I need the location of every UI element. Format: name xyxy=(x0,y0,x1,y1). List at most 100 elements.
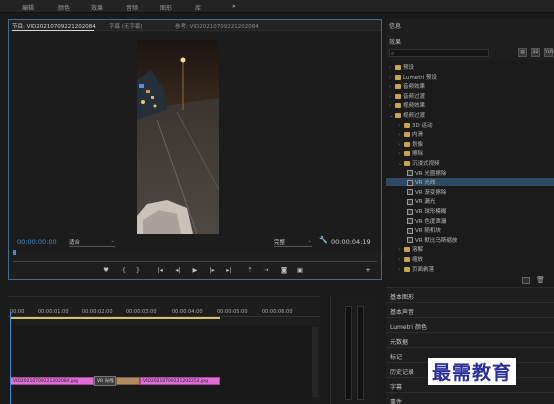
effect-label: 视频效果 xyxy=(403,103,426,110)
ruler-label: 00:00:01:00 xyxy=(38,309,69,315)
effects-search-input[interactable]: ⌕ xyxy=(389,49,489,57)
folder-icon xyxy=(404,151,410,157)
go-to-out-icon[interactable]: ▸| xyxy=(224,266,234,274)
effect-folder[interactable]: › 预设 xyxy=(386,63,554,71)
section-essential-sound[interactable]: 基本声音 xyxy=(386,302,554,317)
effect-folder[interactable]: › 音频过渡 xyxy=(386,92,554,100)
section-metadata[interactable]: 元数据 xyxy=(386,332,554,347)
quality-value: 完整 xyxy=(274,240,286,246)
transition-clip[interactable]: VR 光线 xyxy=(94,376,116,386)
info-panel-header[interactable]: 信息 xyxy=(389,21,401,30)
go-to-in-icon[interactable]: |◂ xyxy=(155,266,165,274)
menu-edit[interactable]: 编辑 xyxy=(22,3,34,12)
effect-item[interactable]: VR 光圈擦除 xyxy=(386,169,554,177)
mark-in-icon[interactable]: { xyxy=(119,266,129,274)
effect-item[interactable]: VR 随机块 xyxy=(386,226,554,234)
folder-icon xyxy=(395,93,401,99)
time-ruler[interactable]: 00:00 00:00:01:00 00:00:02:00 00:00:03:0… xyxy=(8,301,320,317)
effect-folder[interactable]: › Lumetri 预设 xyxy=(386,73,554,81)
ruler-label: 00:00 xyxy=(10,309,25,315)
32bit-effects-icon[interactable]: 32 xyxy=(531,48,540,57)
effect-folder[interactable]: › 页面剥落 xyxy=(386,265,554,273)
effect-item[interactable]: VR 漏光 xyxy=(386,197,554,205)
section-events[interactable]: 事件 xyxy=(386,392,554,404)
section-label: 基本图形 xyxy=(390,294,415,301)
export-frame-icon[interactable]: ◙ xyxy=(279,266,289,274)
audio-meters xyxy=(330,296,382,404)
timeline-playhead[interactable] xyxy=(10,312,11,404)
menu-library[interactable]: 库 xyxy=(195,3,201,12)
current-timecode[interactable]: 00:00:00:00 xyxy=(17,238,57,246)
tab-program[interactable]: 节目: VID20210709221202084 xyxy=(12,22,96,30)
video-preview-area[interactable] xyxy=(9,32,381,252)
menu-graphics[interactable]: 图形 xyxy=(160,3,172,12)
transition-effect-icon xyxy=(407,189,413,196)
effect-folder[interactable]: › 缩放 xyxy=(386,255,554,263)
transition-overlap[interactable] xyxy=(116,377,140,385)
monitor-scrubber[interactable] xyxy=(13,254,377,262)
meter-left-channel xyxy=(345,306,352,400)
active-tab-indicator xyxy=(12,30,94,31)
fit-dropdown[interactable]: 适合 ⌄ xyxy=(69,238,115,247)
monitor-playhead[interactable] xyxy=(13,250,16,255)
effect-folder[interactable]: › 溶解 xyxy=(386,245,554,253)
wrench-icon[interactable]: 🔧 xyxy=(319,236,328,244)
add-button-icon[interactable]: + xyxy=(363,266,373,274)
work-area-bar[interactable] xyxy=(10,317,220,319)
effect-folder[interactable]: › 擦除 xyxy=(386,149,554,157)
transition-effect-icon xyxy=(407,198,413,205)
folder-icon xyxy=(395,74,401,80)
folder-icon xyxy=(404,266,410,272)
video-clip-2[interactable]: VID20210709221202253.jpg xyxy=(140,377,220,385)
accelerated-effects-icon[interactable]: ▤ xyxy=(518,48,527,57)
folder-icon xyxy=(404,132,410,138)
effect-folder[interactable]: › 视频效果 xyxy=(386,101,554,109)
timeline-tracks[interactable] xyxy=(8,325,312,401)
ruler-label: 00:00:04:00 xyxy=(172,309,203,315)
effect-item[interactable]: VR 色度泄漏 xyxy=(386,217,554,225)
effect-item[interactable]: VR 光线 xyxy=(386,178,554,187)
marker-icon[interactable]: ♥ xyxy=(101,266,111,274)
step-back-icon[interactable]: ◂| xyxy=(173,266,183,274)
effect-item[interactable]: VR 默比乌斯缩放 xyxy=(386,236,554,244)
video-clip-1[interactable]: VID20210709221202084.jpg xyxy=(10,377,94,385)
menu-color[interactable]: 颜色 xyxy=(58,3,70,12)
meter-right-channel xyxy=(357,306,364,400)
new-bin-icon[interactable] xyxy=(522,277,530,284)
section-label: 历史记录 xyxy=(390,369,415,376)
section-essential-graphics[interactable]: 基本图形 xyxy=(386,287,554,302)
transition-label: VR 光线 xyxy=(97,379,114,384)
effect-folder[interactable]: › 划像 xyxy=(386,140,554,148)
tab-reference[interactable]: 参考: VID20210709221202084 xyxy=(175,22,259,30)
tab-captions[interactable]: 字幕 (无字幕) xyxy=(109,22,143,30)
extract-icon[interactable]: ⇢ xyxy=(261,266,271,274)
step-forward-icon[interactable]: |▸ xyxy=(207,266,217,274)
effect-folder[interactable]: › 内滑 xyxy=(386,130,554,138)
effect-item[interactable]: VR 球形模糊 xyxy=(386,207,554,215)
trash-icon[interactable]: 🗑 xyxy=(536,276,545,284)
quality-dropdown[interactable]: 完整 ⌄ xyxy=(274,238,312,247)
mark-out-icon[interactable]: } xyxy=(133,266,143,274)
effect-label: VR 色度泄漏 xyxy=(415,218,447,225)
program-monitor: 节目: VID20210709221202084 字幕 (无字幕) 参考: VI… xyxy=(8,19,382,280)
section-lumetri-color[interactable]: Lumetri 颜色 xyxy=(386,317,554,332)
effect-label: 3D 运动 xyxy=(412,122,433,129)
timeline-scrollbar[interactable] xyxy=(312,327,318,397)
menu-effects[interactable]: 效果 xyxy=(91,3,103,12)
effect-label: 预设 xyxy=(403,65,415,71)
menu-audio[interactable]: 音频 xyxy=(126,3,138,12)
effects-panel-header[interactable]: 效果 xyxy=(389,37,401,46)
effect-folder[interactable]: ⌄ 沉浸式视频 xyxy=(386,159,554,167)
transition-effect-icon xyxy=(407,170,413,177)
effect-folder[interactable]: ⌄ 视频过渡 xyxy=(386,111,554,119)
clip-label: VID20210709221202084.jpg xyxy=(13,379,78,384)
yuv-effects-icon[interactable]: YUV xyxy=(544,48,554,57)
folder-icon xyxy=(404,141,410,147)
lift-icon[interactable]: ⇡ xyxy=(245,266,255,274)
effect-folder[interactable]: › 3D 运动 xyxy=(386,121,554,129)
effect-folder[interactable]: › 音频效果 xyxy=(386,82,554,90)
comparison-icon[interactable]: ▣ xyxy=(295,266,305,274)
play-icon[interactable]: ▶ xyxy=(190,266,200,274)
more-workspaces-icon[interactable]: » xyxy=(232,3,236,10)
effect-item[interactable]: VR 渐变擦除 xyxy=(386,188,554,196)
